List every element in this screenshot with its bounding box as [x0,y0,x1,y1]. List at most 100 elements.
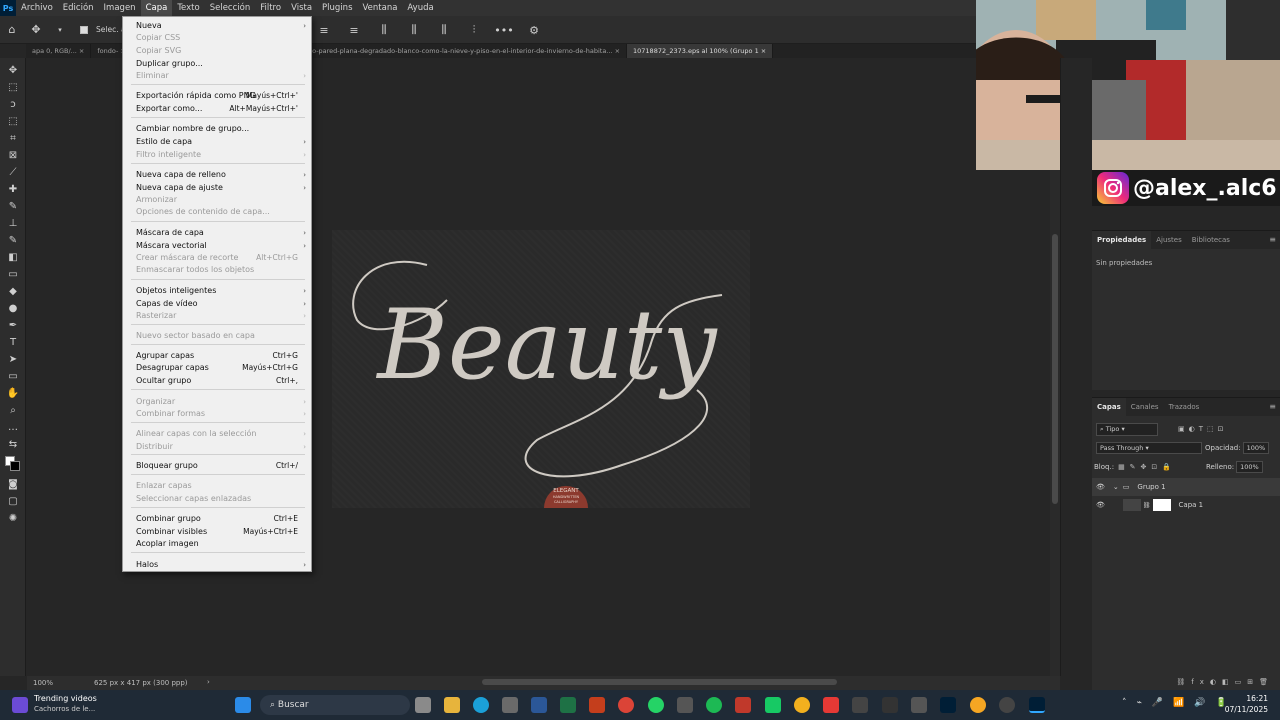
home-icon[interactable]: ⌂ [4,22,20,38]
taskbar-search[interactable]: ⌕ Buscar [260,695,410,715]
fill-field[interactable]: 100% [1236,461,1263,473]
vegas-icon[interactable] [882,697,898,713]
powerpoint-icon[interactable] [589,697,605,713]
crop-tool-icon[interactable]: ⌗ [5,132,21,146]
brush-tool-icon[interactable]: ✎ [5,200,21,214]
photoshop-icon[interactable] [940,697,956,713]
capa-menu-item[interactable]: Halos › [136,560,308,570]
capa-menu-item[interactable]: Agrupar capas Ctrl+G [136,351,308,361]
move-tool-icon[interactable]: ✥ [5,64,21,78]
layer-name[interactable]: Grupo 1 [1137,483,1165,491]
distribute-top-icon[interactable]: ⫼ [376,22,392,38]
frame-tool-icon[interactable]: ⊠ [5,149,21,163]
filter-icons[interactable]: ▣◐T⬚⊡ [1178,425,1227,433]
panel-tab-propiedades[interactable]: Propiedades [1092,231,1152,249]
youtube-icon[interactable] [823,697,839,713]
gradient-tool-icon[interactable]: ▭ [5,268,21,282]
align-center-icon[interactable]: ≡ [346,22,362,38]
capa-menu-item[interactable]: Duplicar grupo... [136,59,308,69]
capa-menu-item[interactable]: Nueva capa de relleno › [136,170,308,180]
layers-footer-icons[interactable]: ⛓fx◐◧▭⊞🗑 [1092,676,1280,688]
stamp-tool-icon[interactable]: ⊥ [5,217,21,231]
color-swatches-icon[interactable] [5,456,21,472]
generative-icon[interactable]: ✺ [5,512,21,526]
app-yellow-icon[interactable] [970,697,986,713]
news-subtitle[interactable]: Cachorros de le... [34,705,95,713]
type-tool-icon[interactable]: T [5,336,21,350]
spotify-icon[interactable] [706,697,722,713]
distribute-spacing-icon[interactable]: ⫶ [466,22,482,38]
news-widget-icon[interactable] [12,697,28,713]
capa-menu-item[interactable]: Bloquear grupo Ctrl+/ [136,461,308,471]
capa-menu-item[interactable]: Combinar visibles Mayús+Ctrl+E [136,527,308,537]
task-view-icon[interactable] [415,697,431,713]
healing-brush-tool-icon[interactable]: ✚ [5,183,21,197]
eraser-tool-icon[interactable]: ◧ [5,251,21,265]
capa-menu-item[interactable]: Nueva capa de ajuste › [136,183,308,193]
word-icon[interactable] [531,697,547,713]
obs-icon[interactable] [999,697,1015,713]
dodge-tool-icon[interactable]: ● [5,302,21,316]
app-green-icon[interactable] [765,697,781,713]
capa-menu-item[interactable]: Capas de vídeo › [136,299,308,309]
menu-plugins[interactable]: Plugins [317,0,357,16]
windows-start-icon[interactable] [235,697,251,713]
eyedropper-tool-icon[interactable]: ⟋ [5,166,21,180]
menu-edición[interactable]: Edición [58,0,99,16]
capa-menu-item[interactable]: Objetos inteligentes › [136,286,308,296]
capa-menu-item[interactable]: Exportar como... Alt+Mayús+Ctrl+' [136,104,308,114]
screen-mode-icon[interactable]: ▢ [5,495,21,509]
chevron-down-icon[interactable]: ▾ [52,22,68,38]
blur-tool-icon[interactable]: ◆ [5,285,21,299]
align-icon[interactable]: ≡ [316,22,332,38]
capa-menu-item[interactable]: Máscara vectorial › [136,241,308,251]
document-tab[interactable]: apa 0, RGB/... × [26,44,92,58]
capa-menu-item[interactable]: Acoplar imagen [136,539,308,549]
opacity-field[interactable]: 100% [1242,442,1270,454]
capcut-icon[interactable] [852,697,868,713]
rectangle-tool-icon[interactable]: ▭ [5,370,21,384]
close-icon[interactable]: × [613,47,620,55]
visibility-eye-icon[interactable]: 👁 [1096,501,1105,509]
panel-tab-trazados[interactable]: Trazados [1164,398,1205,416]
menu-imagen[interactable]: Imagen [99,0,141,16]
document-canvas[interactable]: Beauty ELEGANT HANDWRITTEN CALLIGRAPHY [332,230,750,508]
distribute-middle-icon[interactable]: ⫼ [406,22,422,38]
horizontal-scrollbar[interactable] [482,679,837,685]
layer-name[interactable]: Capa 1 [1179,501,1204,509]
capa-menu-item[interactable]: Desagrupar capas Mayús+Ctrl+G [136,363,308,373]
chevron-down-icon[interactable]: ⌄ [1113,483,1119,491]
blend-mode-select[interactable]: Pass Through ▾ [1096,442,1202,454]
lock-icons[interactable]: ▦✎✥⊡🔒 [1118,463,1176,471]
app-color-icon[interactable] [794,697,810,713]
menu-texto[interactable]: Texto [172,0,204,16]
app-icon[interactable] [677,697,693,713]
app-dark-icon[interactable] [911,697,927,713]
quick-mask-icon[interactable]: ◙ [5,478,21,492]
news-title[interactable]: Trending videos [34,694,97,703]
menu-filtro[interactable]: Filtro [255,0,286,16]
edge-icon[interactable] [473,697,489,713]
file-explorer-icon[interactable] [444,697,460,713]
default-colors-icon[interactable]: ⇆ [5,438,21,452]
menu-archivo[interactable]: Archivo [16,0,58,16]
more-tools-icon[interactable]: … [5,421,21,435]
menu-ayuda[interactable]: Ayuda [402,0,438,16]
settings-gear-icon[interactable]: ⚙ [526,22,542,38]
zoom-tool-icon[interactable]: ⌕ [5,404,21,418]
move-tool-icon[interactable]: ✥ [28,22,44,38]
app-red-icon[interactable] [735,697,751,713]
history-brush-tool-icon[interactable]: ✎ [5,234,21,248]
panel-tab-bibliotecas[interactable]: Bibliotecas [1187,231,1235,249]
menu-vista[interactable]: Vista [286,0,317,16]
panel-tab-ajustes[interactable]: Ajustes [1151,231,1187,249]
hand-tool-icon[interactable]: ✋ [5,387,21,401]
whatsapp-icon[interactable] [648,697,664,713]
excel-icon[interactable] [560,697,576,713]
capa-menu-item[interactable]: Exportación rápida como PNG Mayús+Ctrl+' [136,91,308,101]
document-tab[interactable]: 10718872_2373.eps al 100% (Grupo 1 × [627,44,774,58]
panel-tab-canales[interactable]: Canales [1126,398,1164,416]
clock-date[interactable]: 07/11/2025 [1220,705,1268,714]
close-icon[interactable]: × [759,47,766,55]
layer-row[interactable]: 👁 ⛓ Capa 1 [1092,496,1280,514]
